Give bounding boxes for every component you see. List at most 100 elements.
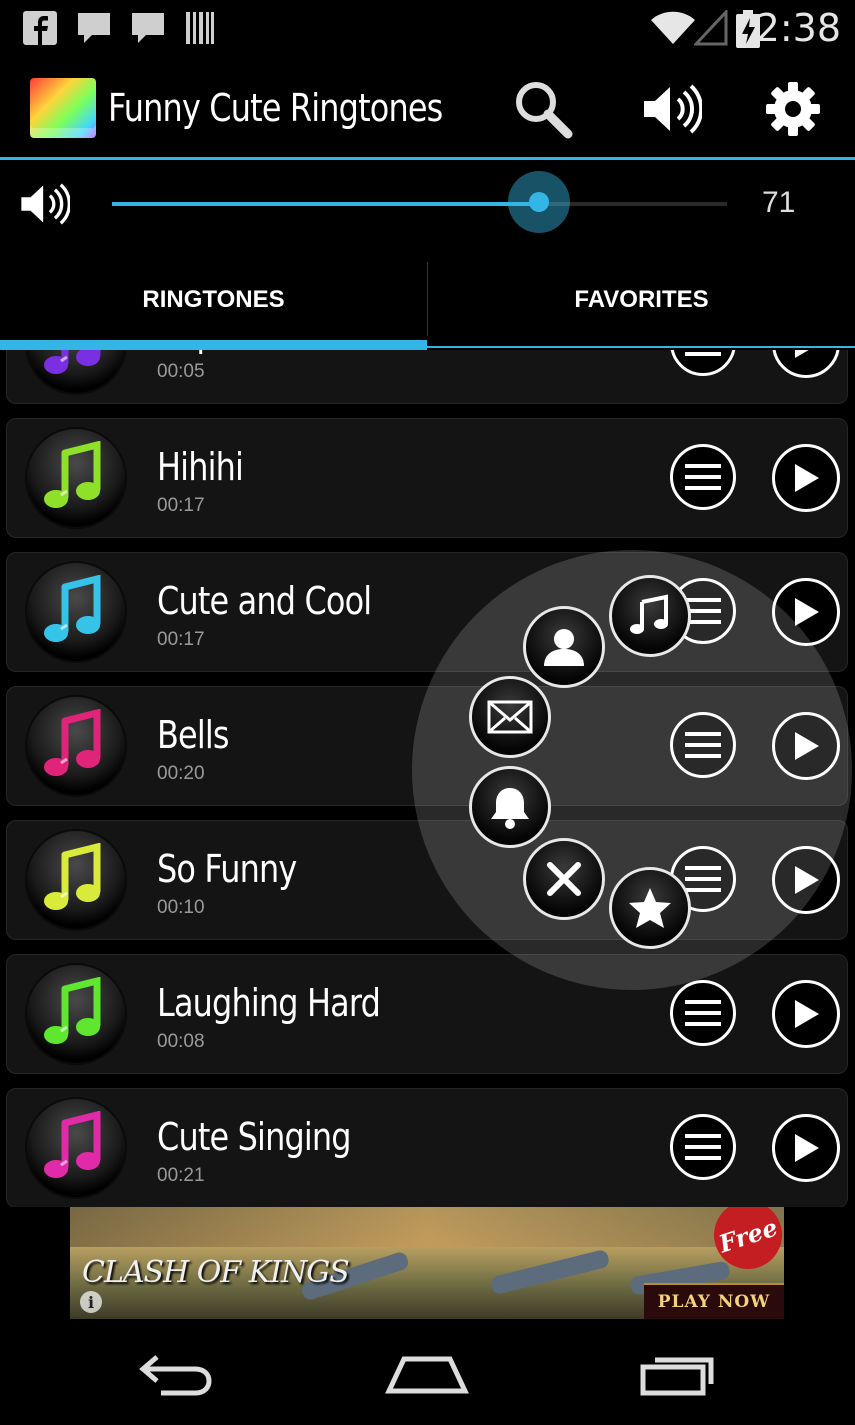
music-note-icon (44, 709, 101, 776)
volume-slider-thumb[interactable] (508, 171, 570, 233)
volume-slider-fill (112, 202, 539, 206)
ad-sky (70, 1207, 784, 1247)
volume-value: 71 (762, 186, 796, 219)
volume-row: 71 (0, 160, 855, 250)
ad-cannon (489, 1248, 611, 1296)
tab-selected-indicator (0, 340, 427, 350)
ringtone-disc-icon (27, 965, 125, 1063)
contact-icon (544, 629, 584, 666)
hamburger-icon (685, 352, 721, 356)
close-menu-button[interactable] (523, 838, 605, 920)
ad-play-now-button[interactable]: PLAY NOW (644, 1283, 784, 1319)
play-icon (795, 350, 809, 358)
music-note-icon (44, 977, 101, 1044)
music-note-icon (630, 594, 668, 634)
ringtone-duration: 00:05 (157, 361, 205, 382)
ringtone-duration: 00:17 (157, 495, 205, 516)
navigation-bar (0, 1319, 855, 1425)
play-icon (795, 1000, 819, 1028)
ringtone-play-button[interactable] (772, 350, 840, 378)
play-icon (795, 464, 819, 492)
ringtone-title: Rap (157, 350, 217, 355)
ringtone-title: Hihihi (157, 445, 244, 489)
music-note-icon (44, 575, 101, 642)
music-note-icon (44, 1111, 101, 1178)
ad-info-icon[interactable]: i (80, 1291, 102, 1313)
app-icon[interactable] (30, 78, 96, 138)
envelope-icon (487, 700, 533, 734)
ringtone-title: Cute Singing (157, 1115, 352, 1159)
facebook-icon (23, 11, 57, 45)
ringtone-disc-icon (27, 1099, 125, 1197)
tab-ringtones[interactable]: RINGTONES (0, 250, 427, 350)
ringtone-duration: 00:08 (157, 1031, 205, 1052)
radial-menu (412, 550, 852, 990)
search-button[interactable] (510, 78, 576, 140)
ringtone-title: So Funny (157, 847, 297, 891)
chat-icon (78, 13, 110, 43)
set-notification-sound-button[interactable] (469, 676, 551, 758)
recents-icon (640, 1357, 714, 1396)
volume-slider[interactable] (112, 202, 727, 206)
ringtone-duration: 00:21 (157, 1165, 205, 1186)
add-favorite-button[interactable] (609, 867, 691, 949)
list-item[interactable]: Laughing Hard 00:08 (6, 954, 848, 1074)
list-item[interactable]: Cute Singing 00:21 (6, 1088, 848, 1207)
ad-banner[interactable]: CLASH OF KINGS Free PLAY NOW i (70, 1207, 784, 1319)
barcode-icon (186, 12, 214, 44)
music-note-icon (44, 350, 101, 374)
ringtone-title: Laughing Hard (157, 981, 381, 1025)
volume-icon (644, 84, 702, 134)
ringtone-menu-button[interactable] (670, 980, 736, 1046)
list-item[interactable]: Hihihi 00:17 (6, 418, 848, 538)
tab-bar: RINGTONES FAVORITES (0, 250, 855, 350)
ringtone-duration: 00:20 (157, 763, 205, 784)
hamburger-icon (685, 1000, 721, 1026)
search-icon (516, 82, 573, 139)
back-icon (139, 1355, 212, 1396)
list-item[interactable]: Rap 00:05 (6, 350, 848, 404)
signal-icon (694, 10, 728, 46)
set-ringtone-button[interactable] (609, 575, 691, 657)
status-bar: 2:38 (0, 0, 855, 58)
recents-button[interactable] (624, 1339, 734, 1409)
ringtone-duration: 00:10 (157, 897, 205, 918)
app-title: Funny Cute Ringtones (108, 86, 443, 130)
music-note-icon (44, 843, 101, 910)
ringtone-title: Cute and Cool (157, 579, 372, 623)
gear-icon (766, 82, 820, 136)
ringtone-disc-icon (27, 350, 125, 393)
volume-icon (21, 183, 70, 225)
ringtone-duration: 00:17 (157, 629, 205, 650)
play-icon (795, 1134, 819, 1162)
hamburger-icon (685, 1134, 721, 1160)
ringtone-menu-button[interactable] (670, 1114, 736, 1180)
back-button[interactable] (122, 1339, 232, 1409)
ringtone-menu-button[interactable] (670, 350, 736, 376)
tab-favorites[interactable]: FAVORITES (428, 250, 855, 350)
settings-button[interactable] (760, 78, 826, 140)
ringtone-title: Bells (157, 713, 230, 757)
ad-brand: CLASH OF KINGS (82, 1255, 350, 1290)
ringtone-disc-icon (27, 429, 125, 527)
close-icon (547, 862, 581, 896)
home-button[interactable] (372, 1339, 482, 1409)
ringtone-disc-icon (27, 563, 125, 661)
action-bar: Funny Cute Ringtones (0, 58, 855, 158)
bell-icon (491, 788, 529, 829)
home-icon (385, 1356, 469, 1394)
chat-icon (132, 13, 164, 43)
set-alarm-button[interactable] (469, 766, 551, 848)
hamburger-icon (685, 464, 721, 490)
wifi-icon (651, 11, 695, 44)
ringtone-play-button[interactable] (772, 980, 840, 1048)
volume-button[interactable] (638, 78, 704, 140)
ringtone-disc-icon (27, 831, 125, 929)
music-note-icon (44, 441, 101, 508)
ringtone-menu-button[interactable] (670, 444, 736, 510)
assign-contact-button[interactable] (523, 606, 605, 688)
ringtone-disc-icon (27, 697, 125, 795)
ringtone-play-button[interactable] (772, 1114, 840, 1182)
ringtone-play-button[interactable] (772, 444, 840, 512)
status-time: 2:38 (755, 6, 841, 50)
